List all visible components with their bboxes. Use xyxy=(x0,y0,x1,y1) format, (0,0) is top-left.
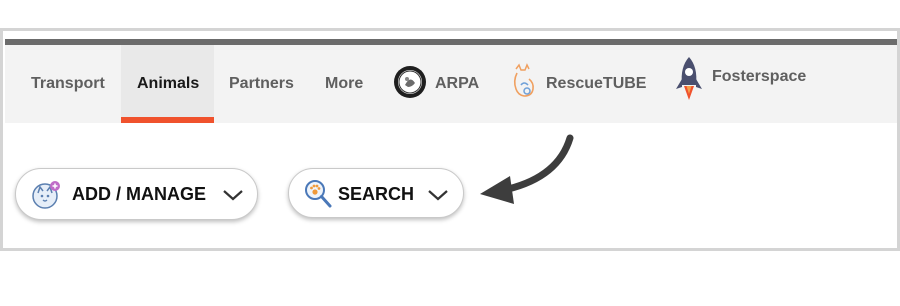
add-manage-button[interactable]: ADD / MANAGE xyxy=(15,168,258,220)
nav-item-label: Animals xyxy=(137,75,200,92)
nav-item-animals[interactable]: Animals xyxy=(121,45,214,123)
nav-item-label: Transport xyxy=(31,75,105,92)
chevron-down-icon xyxy=(222,188,244,207)
arpa-seal-icon xyxy=(393,65,427,104)
brand-label: RescueTUBE xyxy=(546,75,647,92)
chevron-down-icon xyxy=(427,188,449,207)
nav-item-arpa[interactable]: ARPA xyxy=(393,45,488,123)
pet-add-icon xyxy=(30,179,62,216)
main-nav: Transport Animals Partners More ARPA Res… xyxy=(5,45,897,123)
nav-item-transport[interactable]: Transport xyxy=(21,45,121,123)
magnifier-paw-icon xyxy=(303,178,333,215)
brand-label: ARPA xyxy=(435,75,480,92)
nav-item-fosterspace[interactable]: Fosterspace xyxy=(674,45,819,123)
curved-arrow-annotation xyxy=(470,134,580,219)
nav-item-rescuetube[interactable]: RescueTUBE xyxy=(508,45,658,123)
nav-item-more[interactable]: More xyxy=(310,45,380,123)
brand-label: Fosterspace xyxy=(712,68,807,85)
nav-item-label: Partners xyxy=(229,75,294,92)
nav-item-partners[interactable]: Partners xyxy=(214,45,310,123)
nav-item-label: More xyxy=(325,75,364,92)
rocket-icon xyxy=(674,55,704,110)
search-button[interactable]: SEARCH xyxy=(288,168,464,218)
active-tab-indicator xyxy=(121,117,214,123)
search-label: SEARCH xyxy=(338,184,415,204)
add-manage-label: ADD / MANAGE xyxy=(72,184,206,204)
rescuetube-logo-icon xyxy=(508,62,538,106)
